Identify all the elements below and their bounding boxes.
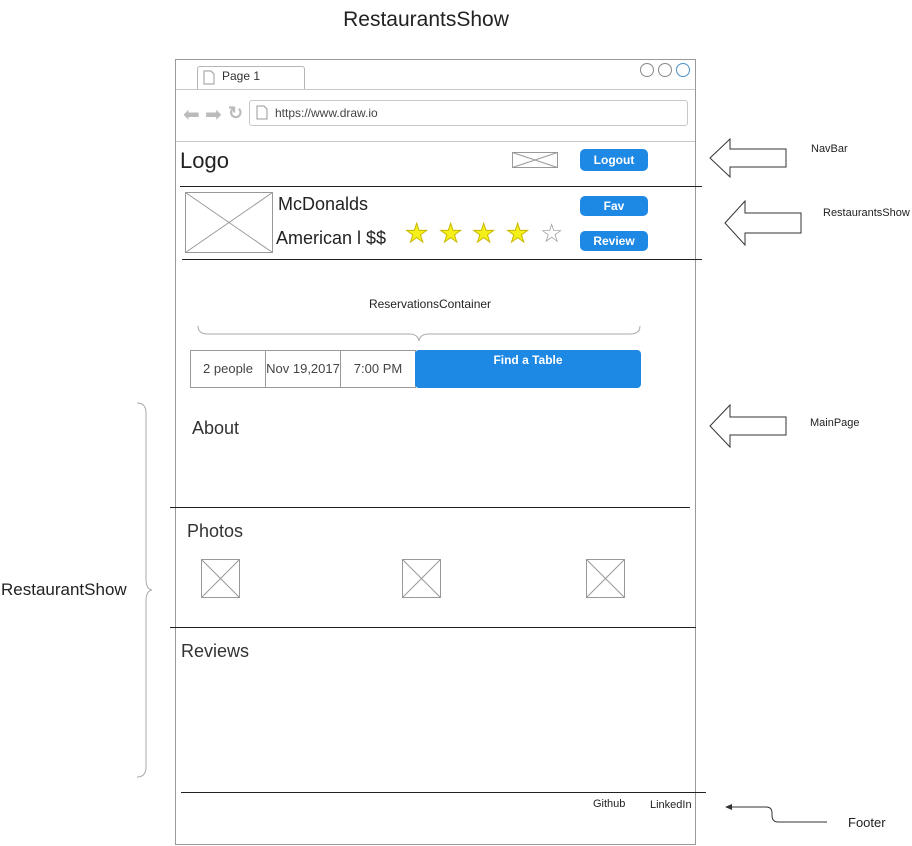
restaurants-show-arrow-icon xyxy=(724,199,802,247)
window-circle-icon[interactable] xyxy=(640,63,654,77)
review-button[interactable]: Review xyxy=(580,231,648,251)
image-placeholder-icon xyxy=(512,152,558,168)
browser-window xyxy=(175,59,696,845)
reviews-heading: Reviews xyxy=(181,641,250,661)
logout-button[interactable]: Logout xyxy=(580,149,648,171)
time-select[interactable]: 7:00 PM xyxy=(340,350,416,388)
footer-connector-arrow-icon xyxy=(725,804,827,823)
window-circle-icon[interactable] xyxy=(676,63,690,77)
photo-placeholder[interactable] xyxy=(586,559,625,598)
restaurant-name: McDonalds xyxy=(278,194,369,214)
left-curly-brace-icon xyxy=(136,402,153,778)
find-table-button[interactable]: Find a Table xyxy=(415,350,641,388)
photo-placeholder[interactable] xyxy=(402,559,441,598)
restaurant-cuisine-price: American l $$ xyxy=(276,228,387,248)
restaurants-show-annotation: RestaurantsShow xyxy=(823,207,910,219)
logo[interactable]: Logo xyxy=(180,148,229,174)
star-empty-icon: ☆ xyxy=(540,218,564,248)
footer-annotation: Footer xyxy=(848,815,886,830)
star-filled-icon: ★ xyxy=(438,218,463,249)
star-filled-icon: ★ xyxy=(471,218,496,249)
navbar-annotation: NavBar xyxy=(811,143,848,155)
date-select[interactable]: Nov 19,2017 xyxy=(265,350,341,388)
restaurant-header-divider xyxy=(182,259,702,260)
reservations-container-label: ReservationsContainer xyxy=(368,297,492,311)
forward-arrow-icon[interactable]: ➡ xyxy=(205,102,222,127)
navbar-divider xyxy=(180,186,702,187)
main-page-arrow-icon xyxy=(709,403,787,449)
reload-icon[interactable]: ↻ xyxy=(228,103,243,124)
star-filled-icon: ★ xyxy=(505,218,530,249)
photos-divider xyxy=(170,627,696,628)
page-icon xyxy=(256,105,268,120)
tab-label: Page 1 xyxy=(222,69,261,83)
about-divider xyxy=(170,507,690,508)
main-page-annotation: MainPage xyxy=(810,417,860,429)
diagram-title: RestaurantsShow xyxy=(343,8,509,31)
party-size-select[interactable]: 2 people xyxy=(190,350,266,388)
browser-toolbar-divider xyxy=(176,141,695,142)
url-text: https://www.draw.io xyxy=(275,106,378,120)
star-filled-icon: ★ xyxy=(404,218,429,249)
github-link[interactable]: Github xyxy=(593,798,625,810)
tab-bar-divider xyxy=(176,89,695,90)
fav-button[interactable]: Fav xyxy=(580,196,648,216)
photo-placeholder[interactable] xyxy=(201,559,240,598)
footer-divider xyxy=(181,792,706,793)
navbar-arrow-icon xyxy=(709,137,787,179)
restaurant-show-annotation: RestaurantShow xyxy=(1,580,127,599)
curly-brace-icon xyxy=(197,325,641,342)
photos-heading: Photos xyxy=(187,521,244,541)
linkedin-link[interactable]: LinkedIn xyxy=(650,799,692,811)
restaurant-image-placeholder xyxy=(185,192,273,253)
about-heading: About xyxy=(192,418,240,438)
window-circle-icon[interactable] xyxy=(658,63,672,77)
back-arrow-icon[interactable]: ⬅ xyxy=(183,102,200,127)
page-icon xyxy=(203,70,215,85)
